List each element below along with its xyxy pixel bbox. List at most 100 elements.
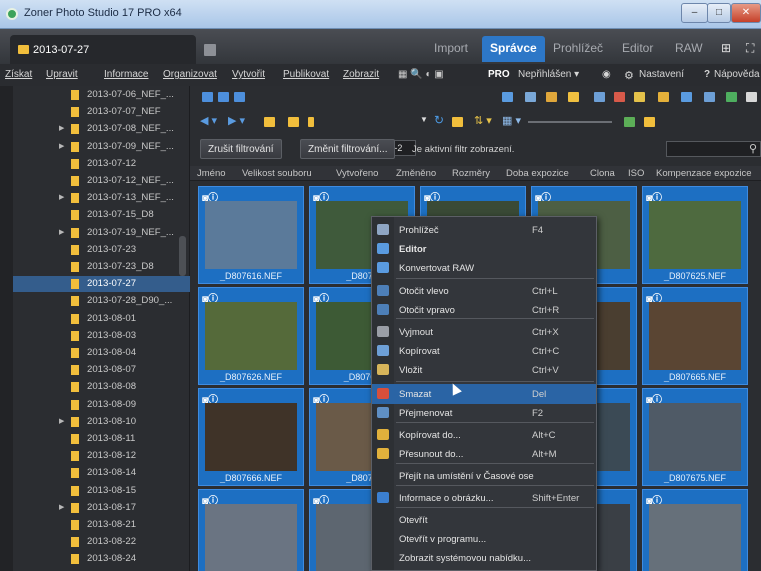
context-menu-item[interactable]: Smazat Del <box>372 384 596 404</box>
tree-item[interactable]: 2013-07-15_D8 <box>13 207 190 223</box>
tree-item[interactable]: ▶ 2013-07-09_NEF_... <box>13 139 190 155</box>
context-menu-item[interactable]: Informace o obrázku... Shift+Enter <box>372 488 596 508</box>
tree-item[interactable]: 2013-08-01 <box>13 311 190 327</box>
new-folder-icon[interactable] <box>452 117 463 127</box>
menu-publikovat[interactable]: Publikovat <box>283 69 329 80</box>
tree-item[interactable]: 2013-07-06_NEF_... <box>13 87 190 103</box>
thumbnail-mode-icon[interactable]: ▦ ▾ <box>502 114 521 127</box>
thumbnail-item[interactable]: ◙ⓘ _D807665.NEF <box>642 287 748 385</box>
menu-ziskat[interactable]: Získat <box>5 69 32 80</box>
expand-arrow-icon[interactable]: ▶ <box>59 417 64 425</box>
parent-folder-icon[interactable] <box>264 117 275 127</box>
context-menu-item[interactable]: Vložit Ctrl+V <box>372 360 596 380</box>
context-menu-item[interactable]: Otočit vlevo Ctrl+L <box>372 281 596 301</box>
tab-viewer[interactable]: Prohlížeč <box>553 41 603 55</box>
tree-item[interactable]: 2013-08-15 <box>13 483 190 499</box>
menu-vytvorit[interactable]: Vytvořit <box>232 69 265 80</box>
detail-view-icon[interactable] <box>234 92 245 102</box>
import-icon[interactable] <box>525 92 536 102</box>
folder-view-icon[interactable] <box>644 117 655 127</box>
menu-informace[interactable]: Informace <box>104 69 148 80</box>
calendar-icon[interactable] <box>624 117 635 127</box>
sort-order-icon[interactable]: ⇅ ▾ <box>474 114 492 127</box>
tree-item[interactable]: 2013-07-12_NEF_... <box>13 173 190 189</box>
change-filter-button[interactable]: Změnit filtrování... <box>300 139 396 159</box>
sidebar-scrollbar[interactable] <box>179 236 186 276</box>
grid-view-icon[interactable] <box>202 92 213 102</box>
col-size[interactable]: Velikost souboru <box>242 168 312 179</box>
tab-manager[interactable]: Správce <box>482 36 545 62</box>
tree-item[interactable]: 2013-07-23 <box>13 242 190 258</box>
export-icon[interactable] <box>704 92 715 102</box>
expand-arrow-icon[interactable]: ▶ <box>59 228 64 236</box>
context-menu-item[interactable]: Přesunout do... Alt+M <box>372 444 596 464</box>
help-icon[interactable]: ? <box>704 69 710 80</box>
path-dropdown-icon[interactable]: ▼ <box>420 115 428 124</box>
slideshow-icon[interactable] <box>658 92 669 102</box>
help-menu[interactable]: Nápověda <box>714 69 760 80</box>
tree-item[interactable]: 2013-08-24 <box>13 551 190 567</box>
maximize-button[interactable]: □ <box>707 3 731 23</box>
context-menu-item[interactable]: Editor <box>372 239 596 259</box>
tree-item[interactable]: 2013-07-07_NEF <box>13 104 190 120</box>
tree-item[interactable]: 2013-08-07 <box>13 362 190 378</box>
tree-item[interactable]: 2013-08-04 <box>13 345 190 361</box>
web-icon[interactable] <box>614 92 625 102</box>
thumbnail-item[interactable]: ◙ⓘ <box>642 489 748 571</box>
context-menu-item[interactable]: Kopírovat Ctrl+C <box>372 341 596 361</box>
print-icon[interactable] <box>594 92 605 102</box>
tree-item[interactable]: 2013-07-12 <box>13 156 190 172</box>
tab-import[interactable]: Import <box>434 41 468 55</box>
login-dropdown[interactable]: Nepřihlášen ▾ <box>518 69 579 80</box>
sort-icon[interactable] <box>502 92 513 102</box>
col-modified[interactable]: Změněno <box>396 168 436 179</box>
tree-item[interactable]: ▶ 2013-08-10 <box>13 414 190 430</box>
map-icon[interactable] <box>726 92 737 102</box>
tree-item[interactable]: ▶ 2013-07-13_NEF_... <box>13 190 190 206</box>
context-menu-item[interactable]: Prohlížeč F4 <box>372 220 596 240</box>
thumbnail-item[interactable]: ◙ⓘ _D807625.NEF <box>642 186 748 284</box>
context-menu-item[interactable]: Otevřít v programu... <box>372 529 596 549</box>
more-icon[interactable] <box>746 92 757 102</box>
tree-item[interactable]: 2013-07-28_D90_... <box>13 293 190 309</box>
folder-tab[interactable]: 2013-07-27 <box>10 35 196 64</box>
batch-icon[interactable] <box>634 92 645 102</box>
menu-zobrazit[interactable]: Zobrazit <box>343 69 379 80</box>
col-name[interactable]: Jméno <box>197 168 226 179</box>
folder-icon[interactable] <box>288 117 299 127</box>
tree-item[interactable]: 2013-08-11 <box>13 431 190 447</box>
expand-arrow-icon[interactable]: ▶ <box>59 124 64 132</box>
close-button[interactable]: ✕ <box>731 3 761 23</box>
tree-item[interactable]: ▶ 2013-08-17 <box>13 500 190 516</box>
col-created[interactable]: Vytvořeno <box>336 168 378 179</box>
search-icon[interactable]: ⚲ <box>749 142 757 155</box>
tree-item[interactable]: 2013-08-21 <box>13 517 190 533</box>
context-menu-item[interactable]: Konvertovat RAW <box>372 258 596 278</box>
rss-icon[interactable]: ◉ <box>602 69 611 80</box>
col-iso[interactable]: ISO <box>628 168 644 179</box>
col-aperture[interactable]: Clona <box>590 168 615 179</box>
thumbnail-item[interactable]: ◙ⓘ <box>198 489 304 571</box>
thumbnail-item[interactable]: ◙ⓘ _D807675.NEF <box>642 388 748 486</box>
menu-organizovat[interactable]: Organizovat <box>163 69 217 80</box>
context-menu-item[interactable]: Přejít na umístění v Časové ose <box>372 466 596 486</box>
context-menu-item[interactable]: Zobrazit systémovou nabídku... <box>372 548 596 568</box>
tree-item[interactable]: 2013-08-09 <box>13 397 190 413</box>
expand-arrow-icon[interactable]: ▶ <box>59 503 64 511</box>
quick-tools-icon[interactable]: ▦ 🔍 ◐ ▣ <box>398 69 444 80</box>
context-menu-item[interactable]: Otevřít <box>372 510 596 530</box>
panel-collapse-strip[interactable] <box>0 86 13 571</box>
context-menu-item[interactable]: Vyjmout Ctrl+X <box>372 322 596 342</box>
context-menu-item[interactable]: Kopírovat do... Alt+C <box>372 425 596 445</box>
thumbnail-item[interactable]: ◙ⓘ _D807666.NEF <box>198 388 304 486</box>
tree-item[interactable]: 2013-07-23_D8 <box>13 259 190 275</box>
tree-item[interactable]: ▶ 2013-07-08_NEF_... <box>13 121 190 137</box>
folder-open-icon[interactable] <box>568 92 579 102</box>
layout-icon[interactable]: ⊞ <box>721 41 731 55</box>
minimize-button[interactable]: – <box>681 3 708 23</box>
fullscreen-icon[interactable]: ⛶ <box>746 41 754 56</box>
new-tab-icon[interactable] <box>204 44 216 56</box>
context-menu-item[interactable]: Otočit vpravo Ctrl+R <box>372 300 596 320</box>
list-view-icon[interactable] <box>218 92 229 102</box>
gear-icon[interactable]: ⚙ <box>624 69 634 82</box>
